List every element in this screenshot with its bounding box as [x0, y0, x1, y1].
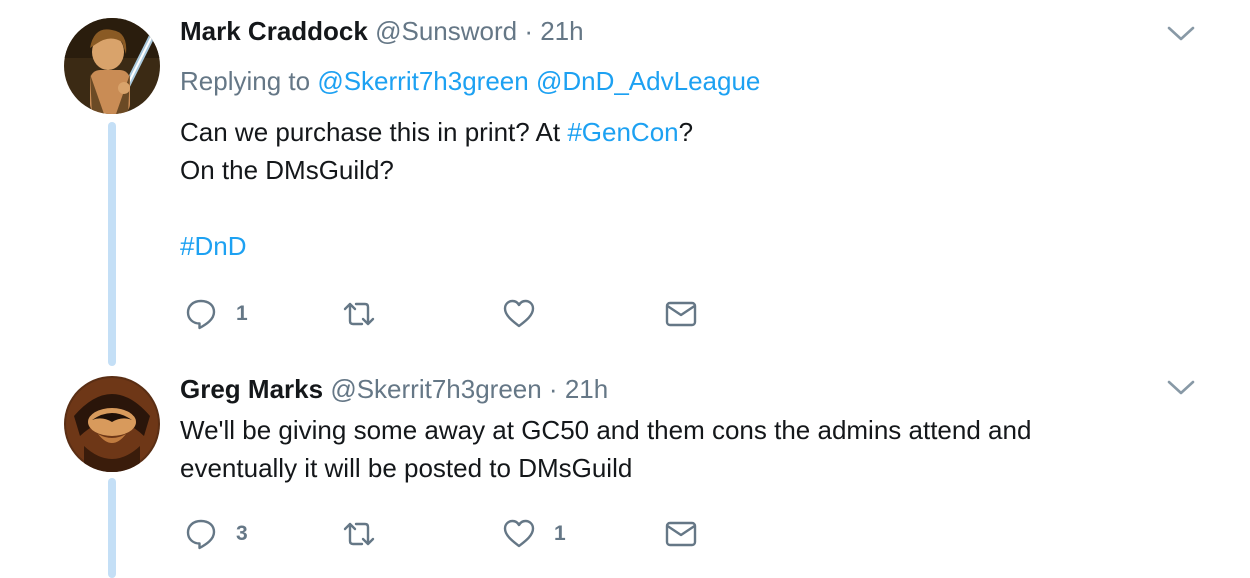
tweet-text-segment: ?	[678, 117, 694, 147]
author-name[interactable]: Mark Craddock	[180, 16, 368, 46]
replying-to-label: Replying to	[180, 66, 318, 96]
envelope-icon	[665, 521, 697, 547]
avatar[interactable]	[64, 376, 160, 472]
like-count: 1	[554, 522, 566, 545]
avatar[interactable]	[64, 18, 160, 114]
chevron-down-icon[interactable]	[1166, 378, 1196, 398]
author-handle[interactable]: @Skerrit7h3green	[330, 374, 541, 404]
tweet-mark-craddock[interactable]: Mark Craddock @Sunsword · 21h Replying t…	[0, 0, 1250, 366]
reply-icon	[186, 299, 216, 330]
retweet-button[interactable]	[342, 516, 394, 552]
avatar-image	[64, 376, 160, 472]
tweet-text-segment: Can we purchase this in print? At	[180, 117, 568, 147]
tweet-text: We'll be giving some away at GC50 and th…	[180, 411, 1031, 487]
reply-count: 1	[236, 302, 248, 325]
chevron-down-icon[interactable]	[1166, 24, 1196, 44]
author-handle[interactable]: @Sunsword	[375, 16, 517, 46]
heart-icon	[503, 299, 535, 328]
like-button[interactable]: 1	[502, 516, 566, 552]
like-button[interactable]	[502, 296, 554, 332]
tweet-text: Can we purchase this in print? At #GenCo…	[180, 113, 693, 265]
envelope-icon	[665, 301, 697, 327]
tweet-greg-marks[interactable]: Greg Marks @Skerrit7h3green · 21h We'll …	[0, 366, 1250, 578]
separator-dot: ·	[541, 374, 565, 404]
separator-dot: ·	[517, 16, 541, 46]
reply-count: 3	[236, 522, 248, 545]
replying-to: Replying to @Skerrit7h3green @DnD_AdvLea…	[180, 66, 760, 97]
mention-link[interactable]: @Skerrit7h3green	[317, 66, 528, 96]
tweet-header: Mark Craddock @Sunsword · 21h	[180, 16, 584, 47]
timestamp[interactable]: 21h	[540, 16, 583, 46]
tweet-text-line: We'll be giving some away at GC50 and th…	[180, 415, 1032, 445]
thread-line	[108, 478, 116, 578]
reply-button[interactable]: 1	[184, 296, 248, 332]
tweet-header: Greg Marks @Skerrit7h3green · 21h	[180, 374, 608, 405]
hashtag-link[interactable]: #GenCon	[567, 117, 678, 147]
timestamp[interactable]: 21h	[565, 374, 608, 404]
direct-message-button[interactable]	[664, 296, 698, 332]
reply-icon	[186, 519, 216, 550]
author-name[interactable]: Greg Marks	[180, 374, 323, 404]
retweet-button[interactable]	[342, 296, 394, 332]
mention-link[interactable]: @DnD_AdvLeague	[536, 66, 760, 96]
hashtag-link[interactable]: #DnD	[180, 231, 246, 261]
heart-icon	[503, 519, 535, 548]
thread-line	[108, 122, 116, 366]
avatar-image	[64, 18, 160, 114]
reply-button[interactable]: 3	[184, 516, 248, 552]
tweet-text-line: eventually it will be posted to DMsGuild	[180, 453, 633, 483]
retweet-icon	[343, 302, 375, 326]
retweet-icon	[343, 522, 375, 546]
direct-message-button[interactable]	[664, 516, 698, 552]
tweet-text-line: On the DMsGuild?	[180, 155, 394, 185]
